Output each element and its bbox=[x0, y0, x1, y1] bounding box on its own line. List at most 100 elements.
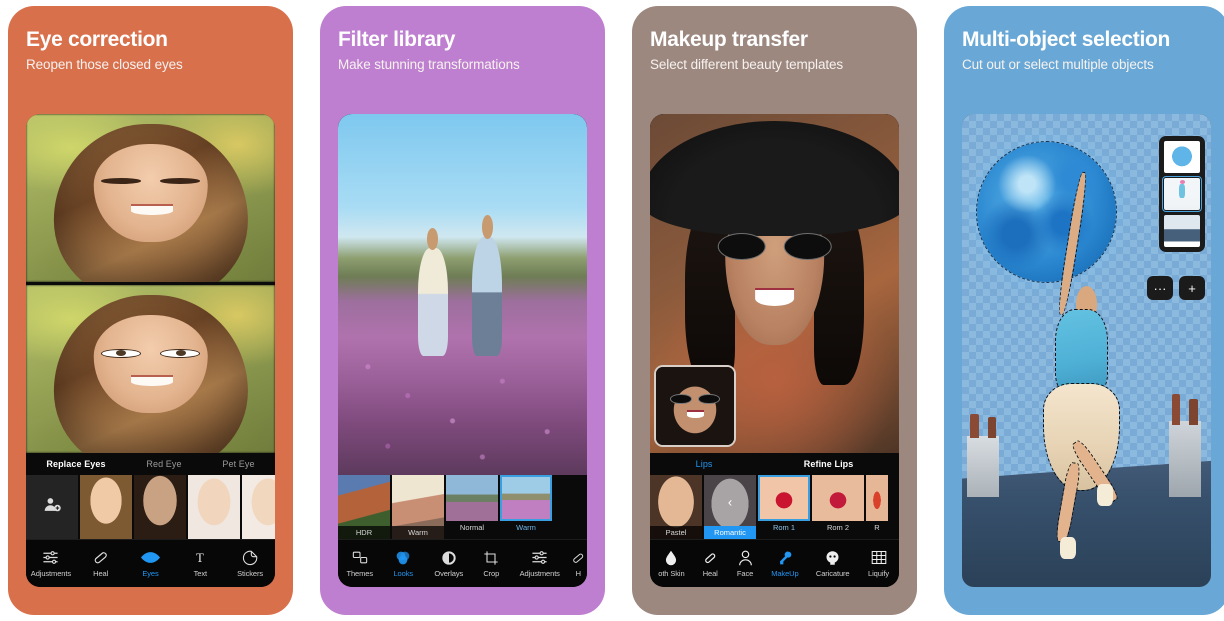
filter-thumbnail[interactable]: Warm bbox=[392, 475, 444, 539]
tool-face[interactable]: Face bbox=[729, 549, 761, 578]
add-person-icon bbox=[44, 496, 61, 518]
layer-thumbnail-figure[interactable] bbox=[1162, 176, 1202, 212]
figure-object-selection[interactable] bbox=[1032, 171, 1132, 559]
tool-heal[interactable]: Heal bbox=[694, 549, 726, 578]
photo-after-open-eyes[interactable] bbox=[26, 285, 275, 453]
page-subtitle: Reopen those closed eyes bbox=[26, 57, 183, 72]
tool-label: Stickers bbox=[237, 569, 264, 578]
filter-thumbnail-strip[interactable]: HDR Warm Normal Warm bbox=[338, 475, 587, 539]
sticker-icon bbox=[242, 549, 258, 566]
bandage-icon bbox=[92, 549, 109, 566]
tool-label: Themes bbox=[346, 569, 374, 578]
moon-object-selection[interactable] bbox=[975, 141, 1118, 283]
zoom-preview-inset[interactable] bbox=[654, 365, 736, 447]
tool-label: Eyes bbox=[142, 569, 159, 578]
filter-label: Normal bbox=[459, 523, 485, 532]
tool-label: Crop bbox=[483, 569, 500, 578]
tool-adjustments[interactable]: Adjustments bbox=[512, 549, 568, 578]
tool-adjustments[interactable]: Adjustments bbox=[28, 549, 74, 578]
bandage-icon bbox=[571, 549, 585, 566]
page-subtitle: Select different beauty templates bbox=[650, 57, 844, 72]
tool-looks[interactable]: Looks bbox=[383, 549, 423, 578]
phone-screen: Replace Eyes Red Eye Pet Eye Adjustments… bbox=[26, 114, 275, 587]
lip-template-thumbnail-selected[interactable] bbox=[758, 475, 810, 521]
tab-red-eye[interactable]: Red Eye bbox=[146, 459, 181, 469]
tool-label: Heal bbox=[702, 569, 718, 578]
themes-icon bbox=[352, 549, 368, 566]
tab-lips[interactable]: Lips bbox=[696, 459, 713, 469]
filter-label: Warm bbox=[516, 523, 536, 532]
tool-themes[interactable]: Themes bbox=[340, 549, 380, 578]
tool-caricature[interactable]: Caricature bbox=[809, 549, 857, 578]
face-thumbnail[interactable] bbox=[242, 475, 275, 539]
tool-heal-partial[interactable]: H bbox=[571, 549, 585, 578]
filter-thumbnail-selected[interactable] bbox=[500, 475, 552, 521]
tool-stickers[interactable]: Stickers bbox=[227, 549, 273, 578]
eye-thumbnail-strip[interactable] bbox=[26, 475, 275, 539]
lip-template-thumbnail[interactable] bbox=[866, 475, 888, 521]
panel-filter-library: Filter library Make stunning transformat… bbox=[320, 6, 605, 615]
face-thumbnail[interactable] bbox=[188, 475, 240, 539]
tab-refine-lips[interactable]: Refine Lips bbox=[804, 459, 854, 469]
lip-template-thumbnail-highlighted[interactable]: ‹ Romantic bbox=[704, 475, 756, 539]
tool-liquify[interactable]: Liquify bbox=[860, 549, 898, 578]
overlays-icon bbox=[441, 549, 457, 566]
tool-label: Caricature bbox=[815, 569, 850, 578]
photo-before-closed-eyes[interactable] bbox=[26, 114, 275, 282]
filter-label: Warm bbox=[392, 526, 444, 539]
template-label: Pastel bbox=[650, 526, 702, 539]
filter-thumbnail[interactable]: HDR bbox=[338, 475, 390, 539]
tool-label: MakeUp bbox=[771, 569, 799, 578]
tool-heal[interactable]: Heal bbox=[78, 549, 124, 578]
panel-header: Makeup transfer Select different beauty … bbox=[650, 6, 899, 72]
face-thumbnail[interactable] bbox=[134, 475, 186, 539]
face-thumbnail[interactable] bbox=[80, 475, 132, 539]
filter-label: HDR bbox=[338, 526, 390, 539]
template-label: R bbox=[874, 523, 880, 532]
tool-text[interactable]: T Text bbox=[177, 549, 223, 578]
photo-canvas[interactable]: ··· + bbox=[962, 114, 1211, 587]
tab-pet-eye[interactable]: Pet Eye bbox=[222, 459, 254, 469]
photo-canvas[interactable] bbox=[338, 114, 587, 475]
panel-header: Eye correction Reopen those closed eyes bbox=[26, 6, 275, 72]
eye-icon bbox=[140, 549, 160, 566]
panel-makeup-transfer: Makeup transfer Select different beauty … bbox=[632, 6, 917, 615]
tool-label: Face bbox=[736, 569, 754, 578]
template-label: Rom 1 bbox=[772, 523, 796, 532]
editor-toolbar: oth Skin Heal Face MakeUp Caricature Liq… bbox=[650, 539, 899, 587]
brush-icon bbox=[777, 549, 793, 566]
editor-toolbar: Adjustments Heal Eyes T Text Stickers bbox=[26, 539, 275, 587]
tool-crop[interactable]: Crop bbox=[474, 549, 508, 578]
photo-canvas[interactable] bbox=[650, 114, 899, 453]
tool-label: Text bbox=[193, 569, 207, 578]
layer-thumbnail-rooftop[interactable] bbox=[1164, 215, 1200, 247]
tool-label: H bbox=[575, 569, 581, 578]
add-layer-button[interactable]: + bbox=[1179, 276, 1205, 300]
more-options-button[interactable]: ··· bbox=[1147, 276, 1173, 300]
add-face-button[interactable] bbox=[26, 475, 78, 539]
tool-smooth-skin[interactable]: oth Skin bbox=[651, 549, 691, 578]
tab-replace-eyes[interactable]: Replace Eyes bbox=[46, 459, 105, 469]
grid-icon bbox=[871, 549, 887, 566]
tool-makeup[interactable]: MakeUp bbox=[764, 549, 806, 578]
lip-template-thumbnail[interactable] bbox=[812, 475, 864, 521]
layer-thumbnail-moon[interactable] bbox=[1164, 141, 1200, 173]
lip-template-thumbnail[interactable]: Pastel bbox=[650, 475, 702, 539]
sliders-icon bbox=[42, 549, 59, 566]
tool-overlays[interactable]: Overlays bbox=[427, 549, 471, 578]
lip-template-strip[interactable]: Pastel ‹ Romantic Rom 1 Rom 2 R bbox=[650, 475, 899, 539]
before-after-stack bbox=[26, 114, 275, 453]
looks-icon bbox=[395, 549, 411, 566]
filter-thumbnail[interactable] bbox=[446, 475, 498, 521]
tool-eyes[interactable]: Eyes bbox=[127, 549, 173, 578]
crop-icon bbox=[483, 549, 499, 566]
svg-text:T: T bbox=[196, 551, 204, 565]
app-screenshot-gallery: Eye correction Reopen those closed eyes … bbox=[0, 0, 1224, 621]
chimney bbox=[1168, 394, 1202, 498]
layers-panel[interactable] bbox=[1159, 136, 1205, 252]
tool-label: oth Skin bbox=[658, 569, 685, 578]
tool-label: Overlays bbox=[434, 569, 464, 578]
tool-label: Adjustments bbox=[519, 569, 560, 578]
droplet-icon bbox=[664, 549, 678, 566]
page-title: Multi-object selection bbox=[962, 28, 1171, 51]
